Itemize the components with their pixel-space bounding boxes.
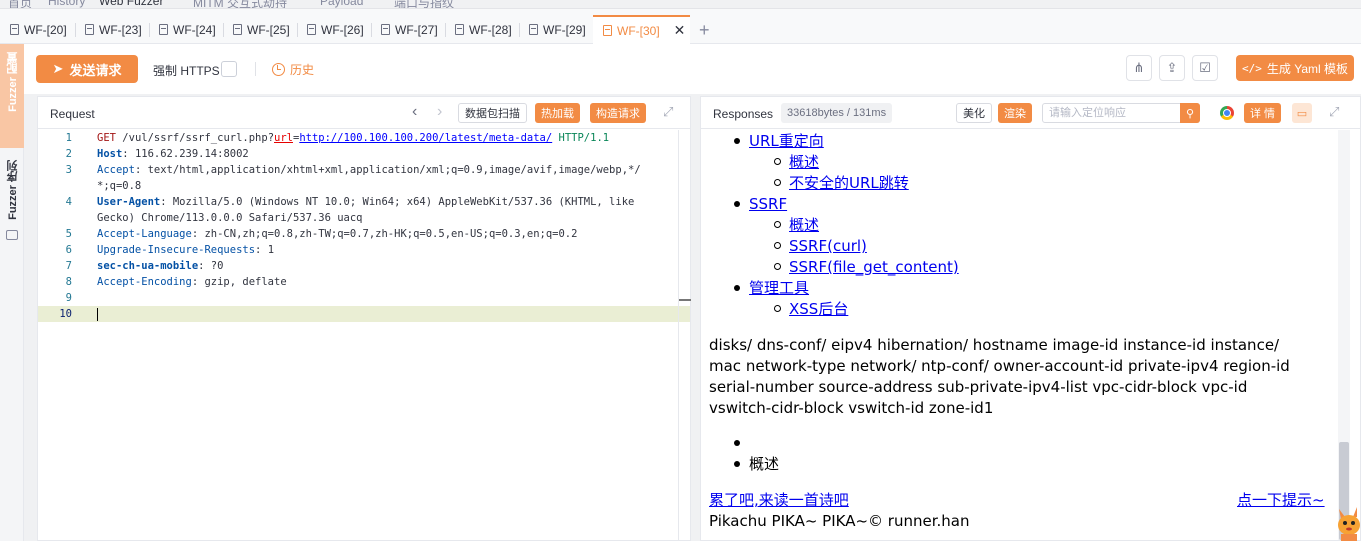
- link-read-poem[interactable]: 累了吧,来读一首诗吧: [709, 491, 849, 509]
- link-ssrf-overview[interactable]: 概述: [789, 216, 819, 234]
- response-panel: Responses 33618bytes / 131ms 美化 渲染 ⚲ 详 情…: [700, 96, 1361, 541]
- rendered-response: URL重定向 概述 不安全的URL跳转 SSRF 概述 SSRF(curl) S…: [701, 130, 1360, 540]
- file-icon: [233, 24, 242, 35]
- chrome-icon[interactable]: [1220, 106, 1234, 120]
- file-icon: [307, 24, 316, 35]
- expand-icon[interactable]: ⤢: [1329, 104, 1339, 120]
- mascot-icon: [1338, 507, 1360, 541]
- link-admin-tools[interactable]: 管理工具: [749, 279, 809, 297]
- request-header: Request ‹ › 数据包扫描 热加载 构造请求 ⤢: [38, 97, 690, 129]
- force-https-label: 强制 HTTPS: [153, 64, 220, 78]
- fuzzer-toolbar: ➤ 发送请求 强制 HTTPS 历史 ⋔ ⇪ ☑ </> 生成 Yaml 模板: [24, 44, 1361, 94]
- tab-wf-20[interactable]: WF-[20]: [0, 15, 67, 44]
- nav-history[interactable]: History: [48, 0, 85, 8]
- tab-wf-29[interactable]: WF-[29]: [519, 15, 586, 44]
- editor-scrollbar[interactable]: [678, 130, 691, 540]
- file-icon: [603, 25, 612, 36]
- detail-button[interactable]: 详 情: [1244, 103, 1282, 123]
- response-size-badge: 33618bytes / 131ms: [781, 103, 893, 123]
- fuzzer-sidebar: Fuzzer 配置 Fuzzer 序列: [0, 44, 24, 541]
- build-request-button[interactable]: 构造请求: [590, 103, 646, 123]
- clock-icon: [272, 63, 285, 76]
- overview-text: 概述: [749, 455, 780, 473]
- response-search: ⚲: [1042, 103, 1200, 123]
- request-panel: Request ‹ › 数据包扫描 热加载 构造请求 ⤢ 1 GET /vul/s…: [37, 96, 691, 541]
- upload-icon: ⇪: [1166, 60, 1178, 75]
- tab-wf-26[interactable]: WF-[26]: [297, 15, 364, 44]
- beautify-button[interactable]: 美化: [956, 103, 992, 123]
- import-button[interactable]: ☑: [1192, 55, 1218, 81]
- share-button[interactable]: ⋔: [1126, 55, 1152, 81]
- request-title: Request: [50, 107, 95, 121]
- footer-text: Pikachu PIKA~ PIKA~© runner.han: [709, 512, 970, 530]
- tab-wf-25[interactable]: WF-[25]: [223, 15, 290, 44]
- request-editor[interactable]: 1 GET /vul/ssrf/ssrf_curl.php?url=http://…: [38, 130, 691, 540]
- response-scrollbar[interactable]: [1338, 130, 1350, 540]
- lock-icon[interactable]: [6, 230, 18, 240]
- tab-wf-27[interactable]: WF-[27]: [371, 15, 438, 44]
- fuzzer-tab-bar: WF-[20] WF-[23] WF-[24] WF-[25] WF-[26] …: [0, 9, 1361, 44]
- metadata-line: vswitch-cidr-block vswitch-id zone-id1: [709, 399, 994, 417]
- link-xss-backend[interactable]: XSS后台: [789, 300, 848, 318]
- file-icon: [455, 24, 464, 35]
- link-ssrf-curl[interactable]: SSRF(curl): [789, 237, 867, 255]
- send-icon: ➤: [52, 61, 64, 76]
- sidebar-tab-fuzzer-config[interactable]: Fuzzer 配置: [0, 44, 24, 148]
- file-icon: [10, 24, 19, 35]
- export-button[interactable]: ⇪: [1159, 55, 1185, 81]
- send-request-button[interactable]: ➤ 发送请求: [36, 55, 138, 83]
- generate-yaml-button[interactable]: </> 生成 Yaml 模板: [1236, 55, 1354, 81]
- link-overview[interactable]: 概述: [789, 153, 819, 171]
- file-icon: [85, 24, 94, 35]
- nav-home[interactable]: 首页: [8, 0, 32, 8]
- nav-web-fuzzer[interactable]: Web Fuzzer: [99, 0, 163, 8]
- packet-scan-button[interactable]: 数据包扫描: [458, 103, 527, 123]
- response-search-input[interactable]: [1043, 104, 1177, 122]
- close-tab-icon[interactable]: ✕: [674, 22, 686, 39]
- prev-arrow-icon[interactable]: ‹: [412, 103, 417, 121]
- tab-wf-28[interactable]: WF-[28]: [445, 15, 512, 44]
- tab-wf-30[interactable]: WF-[30] ✕: [593, 15, 690, 44]
- hot-reload-button[interactable]: 热加载: [535, 103, 580, 123]
- tab-wf-24[interactable]: WF-[24]: [149, 15, 216, 44]
- render-button[interactable]: 渲染: [998, 103, 1032, 123]
- response-header: Responses 33618bytes / 131ms 美化 渲染 ⚲ 详 情…: [701, 97, 1360, 129]
- nav-port-scan[interactable]: 端口与指纹: [394, 0, 454, 8]
- tab-wf-23[interactable]: WF-[23]: [75, 15, 142, 44]
- comment-icon[interactable]: ▭: [1292, 103, 1312, 123]
- file-icon: [159, 24, 168, 35]
- force-https-checkbox[interactable]: [221, 61, 237, 77]
- nav-mitm[interactable]: MITM 交互式劫持: [193, 0, 287, 8]
- top-nav: 首页 History Web Fuzzer MITM 交互式劫持 Payload…: [0, 0, 1361, 9]
- history-button[interactable]: 历史: [272, 61, 314, 78]
- response-title: Responses: [713, 107, 774, 121]
- file-icon: [529, 24, 538, 35]
- metadata-line: disks/ dns-conf/ eipv4 hibernation/ host…: [709, 336, 1280, 354]
- link-url-redirect[interactable]: URL重定向: [749, 132, 824, 150]
- code-icon: </>: [1242, 61, 1262, 75]
- add-tab-icon[interactable]: +: [699, 21, 710, 39]
- expand-icon[interactable]: ⤢: [663, 104, 673, 120]
- file-icon: [381, 24, 390, 35]
- link-ssrf-file[interactable]: SSRF(file_get_content): [789, 258, 959, 276]
- nav-payload[interactable]: Payload: [320, 0, 363, 8]
- metadata-line: serial-number source-address sub-private…: [709, 378, 1248, 396]
- share-icon: ⋔: [1133, 60, 1145, 75]
- import-icon: ☑: [1199, 60, 1211, 75]
- link-hint[interactable]: 点一下提示~: [1237, 491, 1325, 509]
- link-unsafe-redirect[interactable]: 不安全的URL跳转: [789, 174, 909, 192]
- metadata-line: mac network-type network/ ntp-conf/ owne…: [709, 357, 1290, 375]
- search-icon[interactable]: ⚲: [1180, 103, 1200, 123]
- next-arrow-icon[interactable]: ›: [437, 103, 442, 121]
- link-ssrf[interactable]: SSRF: [749, 195, 787, 213]
